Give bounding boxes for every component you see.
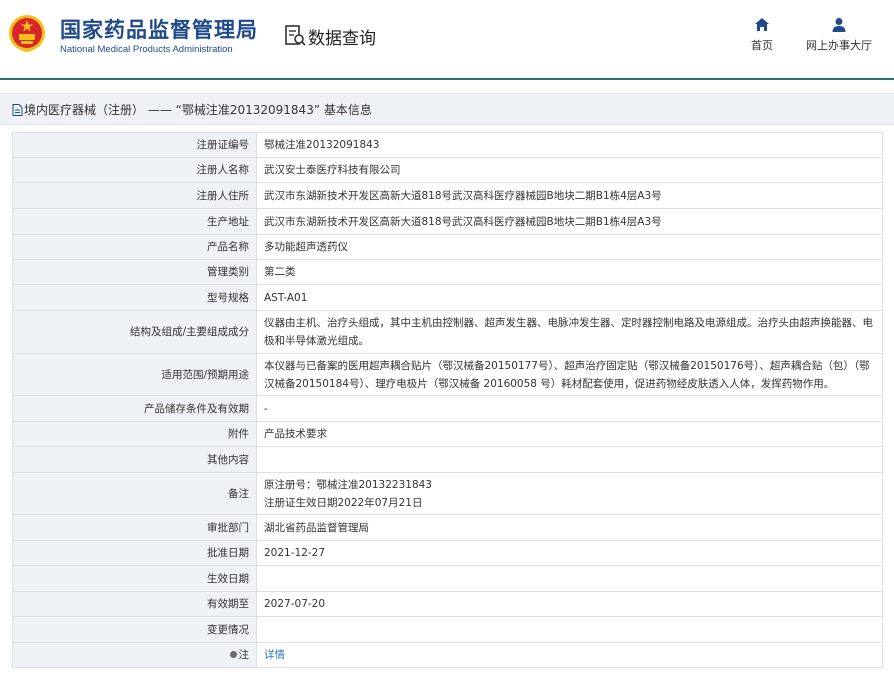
row-value: 鄂械注准20132091843: [256, 132, 883, 158]
row-label: 注册人名称: [12, 157, 257, 183]
table-row: 产品储存条件及有效期 -: [12, 395, 883, 422]
nav-home-label: 首页: [751, 39, 773, 52]
table-row: 注册人名称 武汉安士泰医疗科技有限公司: [12, 157, 883, 183]
table-row: 结构及组成/主要组成成分 仪器由主机、治疗头组成，其中主机由控制器、超声发生器、电…: [12, 310, 883, 354]
row-value: 本仪器与已备案的医用超声耦合贴片（鄂汉械备20150177号）、超声治疗固定贴（…: [256, 353, 883, 396]
remark-line: 注册证生效日期2022年07月21日: [264, 496, 423, 509]
row-value: AST-A01: [256, 284, 883, 311]
table-row: 产品名称 多功能超声透药仪: [12, 234, 883, 260]
row-label: 注: [12, 642, 257, 668]
row-label: 审批部门: [12, 514, 257, 541]
row-label: 变更情况: [12, 616, 257, 643]
table-row: 变更情况: [12, 616, 883, 643]
row-label: 注册人住所: [12, 182, 257, 209]
row-label: 注册证编号: [12, 132, 257, 158]
row-label: 附件: [12, 421, 257, 447]
detail-table: 注册证编号 鄂械注准20132091843 注册人名称 武汉安士泰医疗科技有限公司 …: [12, 132, 883, 668]
row-value: 2027-07-20: [256, 591, 883, 617]
home-icon: [755, 18, 769, 31]
row-value: 武汉安士泰医疗科技有限公司: [256, 157, 883, 183]
pin-icon: [229, 651, 237, 658]
breadcrumb-bar: 境内医疗器械（注册） —— “鄂械注准20132091843” 基本信息: [0, 93, 894, 125]
row-value: 第二类: [256, 259, 883, 285]
remark-line: 原注册号：鄂械注准20132231843: [264, 478, 432, 491]
logo-english: National Medical Products Administration: [60, 44, 233, 55]
table-row: 生产地址 武汉市东湖新技术开发区高新大道818号武汉高科医疗器械园B地块二期B1栋…: [12, 208, 883, 235]
site-header: 国家药品监督管理局 National Medical Products Admi…: [0, 0, 894, 78]
nav-home[interactable]: 首页: [744, 17, 780, 53]
site-title: 数据查询: [308, 29, 376, 49]
row-value: [256, 446, 883, 473]
table-row: 注册人住所 武汉市东湖新技术开发区高新大道818号武汉高科医疗器械园B地块二期B1…: [12, 182, 883, 209]
row-value: 2021-12-27: [256, 540, 883, 566]
row-value: 武汉市东湖新技术开发区高新大道818号武汉高科医疗器械园B地块二期B1栋4层A3…: [256, 208, 883, 235]
row-label: 生效日期: [12, 565, 257, 592]
row-label: 适用范围/预期用途: [12, 353, 257, 396]
table-row: 生效日期: [12, 565, 883, 592]
row-label: 有效期至: [12, 591, 257, 617]
row-value: 详情: [256, 642, 883, 668]
table-row: 备注 原注册号：鄂械注准20132231843 注册证生效日期2022年07月21日: [12, 472, 883, 515]
row-value: 多功能超声透药仪: [256, 234, 883, 260]
row-label: 生产地址: [12, 208, 257, 235]
table-row: 有效期至 2027-07-20: [12, 591, 883, 617]
row-value: 湖北省药品监督管理局: [256, 514, 883, 541]
document-icon: [12, 104, 23, 116]
row-label: 管理类别: [12, 259, 257, 285]
breadcrumb: 境内医疗器械（注册） —— “鄂械注准20132091843” 基本信息: [12, 101, 372, 118]
table-row: 附件 产品技术要求: [12, 421, 883, 447]
row-label: 产品储存条件及有效期: [12, 395, 257, 422]
data-query-icon: [285, 25, 306, 46]
table-row: 型号规格 AST-A01: [12, 284, 883, 311]
nav-online-office[interactable]: 网上办事大厅: [804, 17, 874, 53]
row-value: 原注册号：鄂械注准20132231843 注册证生效日期2022年07月21日: [256, 472, 883, 515]
row-label: 型号规格: [12, 284, 257, 311]
table-row: 管理类别 第二类: [12, 259, 883, 285]
national-emblem-icon: [9, 15, 45, 53]
row-label: 批准日期: [12, 540, 257, 566]
table-row: 其他内容: [12, 446, 883, 473]
row-label: 结构及组成/主要组成成分: [12, 310, 257, 354]
row-label: 产品名称: [12, 234, 257, 260]
table-row: 注册证编号 鄂械注准20132091843: [12, 132, 883, 158]
person-icon: [832, 18, 846, 32]
note-label: 注: [238, 649, 250, 661]
row-value: [256, 616, 883, 643]
table-row: 批准日期 2021-12-27: [12, 540, 883, 566]
row-value: 仪器由主机、治疗头组成，其中主机由控制器、超声发生器、电脉冲发生器、定时器控制电…: [256, 310, 883, 354]
nav-office-label: 网上办事大厅: [806, 39, 872, 52]
logo-chinese: 国家药品监督管理局: [60, 18, 258, 42]
table-row: 适用范围/预期用途 本仪器与已备案的医用超声耦合贴片（鄂汉械备20150177号）…: [12, 353, 883, 396]
details-link[interactable]: 详情: [264, 649, 285, 661]
row-value: 武汉市东湖新技术开发区高新大道818号武汉高科医疗器械园B地块二期B1栋4层A3…: [256, 182, 883, 209]
row-value: [256, 565, 883, 592]
table-row: 注 详情: [12, 642, 883, 668]
breadcrumb-text: 境内医疗器械（注册） —— “鄂械注准20132091843” 基本信息: [24, 103, 372, 117]
row-label: 备注: [12, 472, 257, 515]
row-value: -: [256, 395, 883, 422]
table-row: 审批部门 湖北省药品监督管理局: [12, 514, 883, 541]
header-divider: [0, 78, 894, 80]
row-label: 其他内容: [12, 446, 257, 473]
row-value: 产品技术要求: [256, 421, 883, 447]
